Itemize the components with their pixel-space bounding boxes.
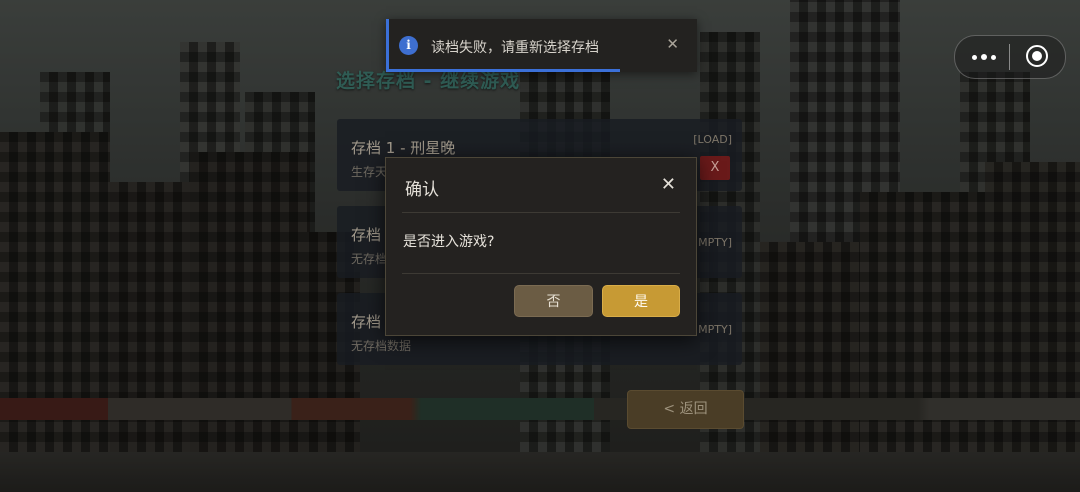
delete-save-button[interactable]: X — [700, 156, 730, 180]
save-slot-info: 无存档数据 — [351, 339, 412, 353]
save-slot-name: 存档 1 - 刑星晚 — [351, 139, 456, 157]
toast-close-icon[interactable]: ✕ — [666, 35, 679, 53]
back-button[interactable]: < 返回 — [627, 390, 744, 429]
save-slot-status-tag: MPTY] — [698, 323, 732, 336]
save-slot-info: 无存档 — [351, 252, 388, 266]
save-slot-status-tag: MPTY] — [698, 236, 732, 249]
save-slot-name: 存档 — [351, 226, 382, 244]
save-slot-status-tag: [LOAD] — [693, 133, 732, 146]
miniprogram-capsule — [954, 35, 1066, 79]
save-slot-info: 生存天 — [351, 165, 388, 179]
confirm-button[interactable]: 是 — [602, 285, 680, 317]
dialog-divider — [402, 273, 680, 274]
toast-timer-bar — [389, 69, 620, 72]
more-dots-icon[interactable] — [969, 44, 999, 70]
error-toast: i 读档失败，请重新选择存档 ✕ — [386, 19, 697, 72]
info-icon: i — [399, 36, 418, 55]
capsule-divider — [1009, 44, 1010, 70]
toast-message: 读档失败，请重新选择存档 — [431, 40, 599, 56]
miniprogram-close-icon[interactable] — [1026, 45, 1048, 67]
save-slot-name: 存档 — [351, 313, 382, 331]
confirm-dialog: 确认 ✕ 是否进入游戏? 否 是 — [385, 157, 697, 336]
dialog-message: 是否进入游戏? — [403, 234, 495, 250]
cancel-button[interactable]: 否 — [514, 285, 593, 317]
dialog-title: 确认 — [405, 180, 439, 200]
dialog-close-icon[interactable]: ✕ — [661, 174, 676, 195]
dialog-divider — [402, 212, 680, 213]
